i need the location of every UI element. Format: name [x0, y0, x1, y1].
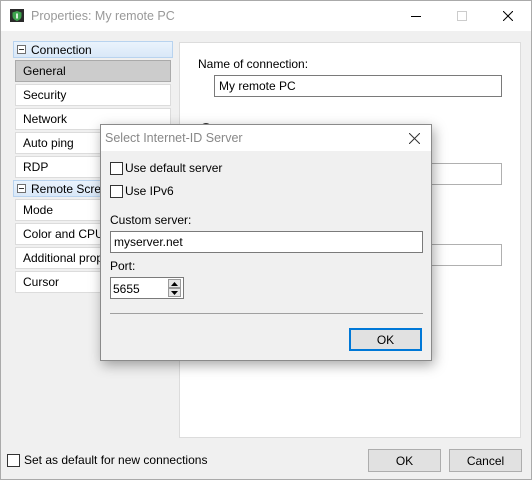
use-ipv6-checkbox[interactable]: Use IPv6 [110, 184, 174, 198]
connection-name-input[interactable]: My remote PC [214, 75, 502, 97]
shield-app-icon [9, 8, 25, 24]
set-default-checkbox[interactable]: Set as default for new connections [7, 453, 207, 467]
sidebar-item-security[interactable]: Security [15, 84, 171, 106]
connection-name-label: Name of connection: [198, 57, 309, 71]
window-title: Properties: My remote PC [31, 9, 175, 23]
maximize-button[interactable] [439, 1, 485, 31]
ok-button[interactable]: OK [368, 449, 441, 472]
sidebar-item-general[interactable]: General [15, 60, 171, 82]
port-value: 5655 [113, 282, 140, 296]
use-default-server-checkbox[interactable]: Use default server [110, 161, 222, 175]
dialog-ok-button[interactable]: OK [349, 328, 422, 351]
spin-down-icon[interactable] [168, 288, 181, 297]
use-default-server-label: Use default server [125, 161, 223, 175]
custom-server-input[interactable]: myserver.net [110, 231, 423, 253]
use-ipv6-label: Use IPv6 [125, 184, 174, 198]
custom-server-label: Custom server: [110, 213, 192, 227]
collapse-icon[interactable] [17, 184, 26, 193]
title-bar: Properties: My remote PC [1, 1, 531, 31]
dialog-separator [110, 313, 423, 314]
checkbox-box[interactable] [110, 184, 123, 198]
checkbox-box[interactable] [110, 161, 123, 175]
sidebar-group-connection[interactable]: Connection [13, 41, 173, 58]
checkbox-box[interactable] [7, 453, 20, 467]
select-server-dialog: Select Internet-ID Server Use default se… [100, 124, 432, 361]
port-stepper[interactable]: 5655 [110, 277, 184, 299]
close-button[interactable] [485, 1, 531, 31]
dialog-title-bar: Select Internet-ID Server [101, 125, 431, 151]
collapse-icon[interactable] [17, 45, 26, 54]
dialog-title: Select Internet-ID Server [105, 131, 243, 145]
set-default-label: Set as default for new connections [24, 453, 208, 467]
minimize-button[interactable] [393, 1, 439, 31]
group-label: Connection [31, 42, 92, 57]
spin-up-icon[interactable] [168, 279, 181, 288]
port-label: Port: [110, 259, 136, 273]
cancel-button[interactable]: Cancel [449, 449, 522, 472]
dialog-close-icon[interactable] [397, 125, 431, 151]
